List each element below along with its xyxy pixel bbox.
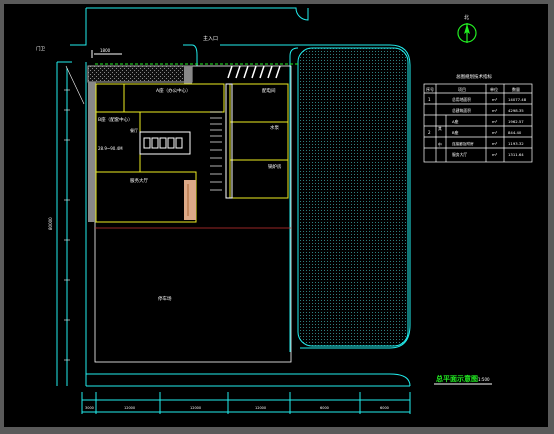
- svg-text:A座: A座: [452, 119, 459, 124]
- bottom-dim-4: 12000: [255, 406, 266, 410]
- drawing-title: 总平面示意图: [436, 374, 478, 383]
- svg-text:m²: m²: [492, 152, 498, 157]
- svg-text:m²: m²: [492, 119, 498, 124]
- svg-text:m²: m²: [492, 141, 498, 146]
- svg-text:844.40: 844.40: [508, 130, 522, 135]
- svg-text:1311.64: 1311.64: [508, 152, 524, 157]
- cad-window: 主入口 门卫 1800 A座（办公中心） B座（配套中心） 餐厅 28.9~90…: [0, 0, 554, 434]
- building-a-label: A座（办公中心）: [156, 87, 191, 94]
- svg-text:单位: 单位: [490, 86, 498, 92]
- indicator-table: 总图规划技术指标 序号 项目 单位 数量 1 总用地面积 m² 14077.48…: [423, 73, 533, 163]
- right-label-1: 配电间: [262, 87, 276, 94]
- bottom-dim-1: 3000: [85, 406, 94, 410]
- svg-text:2: 2: [428, 130, 431, 135]
- svg-text:1193.32: 1193.32: [508, 141, 524, 146]
- svg-text:连接廊及附房: 连接廊及附房: [452, 141, 474, 146]
- svg-text:服务大厅: 服务大厅: [452, 152, 467, 157]
- svg-text:4298.35: 4298.35: [508, 108, 524, 113]
- svg-text:m²: m²: [492, 97, 498, 102]
- drawing-canvas[interactable]: 主入口 门卫 1800 A座（办公中心） B座（配套中心） 餐厅 28.9~90…: [4, 4, 548, 427]
- bottom-dim-3: 12000: [190, 406, 201, 410]
- svg-text:数量: 数量: [512, 86, 520, 92]
- table-title: 总图规划技术指标: [456, 73, 492, 80]
- parking-hatch: [297, 47, 409, 347]
- hall-label: 服务大厅: [130, 177, 148, 184]
- bottom-dim-2: 12000: [124, 406, 135, 410]
- building-b-label: B座（配套中心）: [98, 116, 133, 123]
- road-edge-left-top: [70, 8, 87, 46]
- svg-text:总用地面积: 总用地面积: [452, 97, 471, 102]
- entrance-label: 主入口: [203, 35, 218, 42]
- svg-text:项目: 项目: [458, 86, 466, 92]
- svg-text:m²: m²: [492, 130, 498, 135]
- drawing-scale: 1:500: [478, 377, 490, 382]
- svg-text:总建筑面积: 总建筑面积: [452, 108, 471, 113]
- svg-text:14077.48: 14077.48: [508, 97, 527, 102]
- svg-text:北: 北: [464, 14, 469, 21]
- north-compass-icon: 北: [457, 14, 477, 43]
- elev-label: 28.9~90.4M: [98, 146, 123, 151]
- canteen-label: 餐厅: [130, 127, 138, 133]
- right-label-2: 水泵: [270, 124, 279, 131]
- yard-label: 停车场: [158, 295, 172, 302]
- svg-text:其: 其: [438, 126, 442, 131]
- svg-text:B座: B座: [452, 130, 459, 135]
- svg-text:1: 1: [428, 97, 431, 102]
- svg-text:中: 中: [438, 142, 442, 147]
- svg-text:1962.57: 1962.57: [508, 119, 524, 124]
- dim-top: 1800: [100, 48, 111, 53]
- left-dim: 80000: [48, 217, 53, 230]
- bottom-dim-5: 6000: [320, 406, 329, 410]
- right-label-3: 锅炉房: [268, 163, 282, 170]
- gate-label: 门卫: [36, 45, 45, 52]
- site-plan-drawing: 主入口 门卫 1800 A座（办公中心） B座（配套中心） 餐厅 28.9~90…: [36, 7, 533, 414]
- bottom-dim-6: 6000: [380, 406, 389, 410]
- svg-text:序号: 序号: [426, 86, 434, 92]
- svg-text:m²: m²: [492, 108, 498, 113]
